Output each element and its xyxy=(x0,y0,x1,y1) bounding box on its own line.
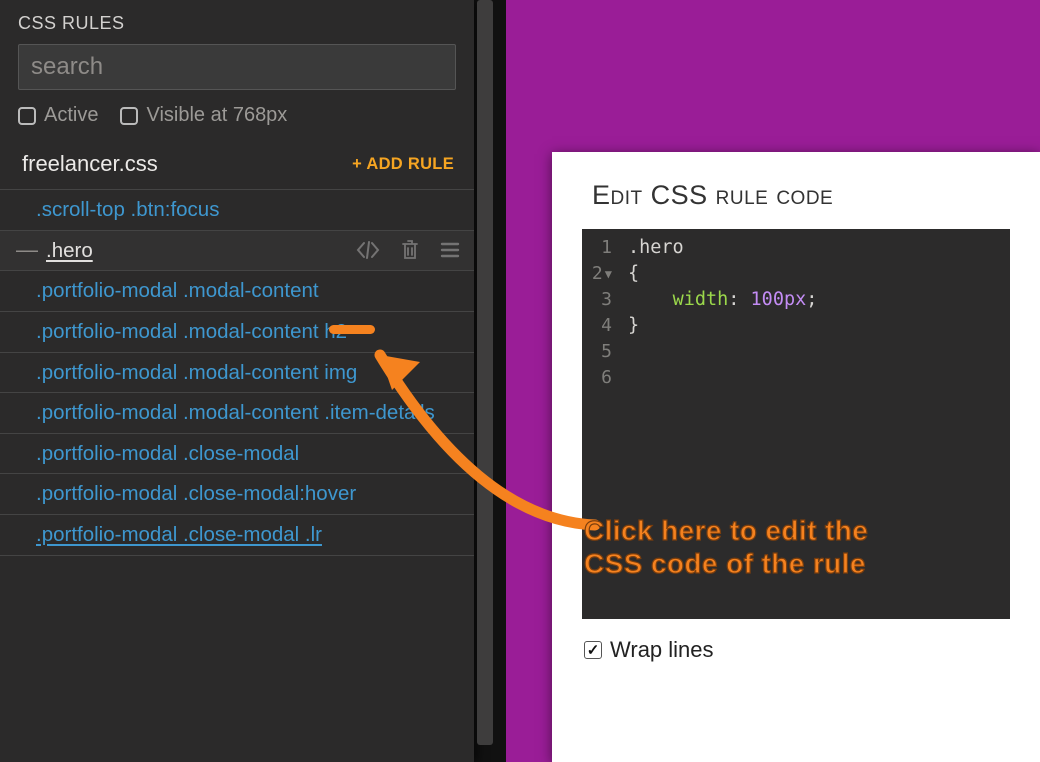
rule-selector: .portfolio-modal .close-modal .lr xyxy=(36,522,460,548)
wrap-lines-row[interactable]: ✓ Wrap lines xyxy=(552,619,1040,663)
add-rule-button[interactable]: + ADD RULE xyxy=(352,155,454,174)
rule-item[interactable]: .scroll-top .btn:focus xyxy=(0,189,474,230)
rule-item[interactable]: .portfolio-modal .close-modal:hover xyxy=(0,473,474,514)
checkbox-visible[interactable] xyxy=(120,107,138,125)
rule-item[interactable]: .portfolio-modal .modal-content .item-de… xyxy=(0,392,474,433)
annotation-text: Click here to edit the CSS code of the r… xyxy=(584,514,868,580)
code-icon[interactable] xyxy=(356,240,380,260)
rule-selector: .hero xyxy=(46,238,356,264)
code-token-semicolon: ; xyxy=(806,289,817,310)
code-token-selector: .hero xyxy=(628,237,684,258)
rule-selector: .portfolio-modal .modal-content .item-de… xyxy=(36,400,460,426)
code-token-brace: { xyxy=(628,263,639,284)
checkbox-active[interactable] xyxy=(18,107,36,125)
rule-item-selected[interactable]: — .hero xyxy=(0,230,474,271)
rule-selector: .portfolio-modal .close-modal xyxy=(36,441,460,467)
annotation-line-2: CSS code of the rule xyxy=(584,548,866,579)
rule-selector: .portfolio-modal .close-modal:hover xyxy=(36,481,460,507)
sheet-header: freelancer.css + ADD RULE xyxy=(0,143,474,189)
collapse-icon[interactable]: — xyxy=(16,239,38,261)
fold-icon[interactable]: ▼ xyxy=(605,261,612,287)
rule-selector: .portfolio-modal .modal-content h2 xyxy=(36,319,460,345)
panel-title: Edit CSS rule code xyxy=(552,152,1040,229)
rule-item[interactable]: .portfolio-modal .modal-content xyxy=(0,270,474,311)
search-input[interactable] xyxy=(18,44,456,90)
filters-row: Active Visible at 768px xyxy=(0,104,474,143)
annotation-line-1: Click here to edit the xyxy=(584,515,868,546)
code-token-value: 100px xyxy=(751,289,807,310)
sidebar-title: CSS RULES xyxy=(0,0,474,44)
wrap-lines-label: Wrap lines xyxy=(610,637,714,663)
rule-item[interactable]: .portfolio-modal .close-modal xyxy=(0,433,474,474)
code-token-property: width xyxy=(673,289,729,310)
rule-selector: .portfolio-modal .modal-content img xyxy=(36,360,460,386)
css-rules-sidebar: CSS RULES Active Visible at 768px freela… xyxy=(0,0,474,762)
filter-visible-label: Visible at 768px xyxy=(146,104,287,127)
search-wrap xyxy=(0,44,474,104)
filter-active-label: Active xyxy=(44,104,98,127)
filter-active[interactable]: Active xyxy=(18,104,98,127)
code-token-colon: : xyxy=(728,289,750,310)
rule-selector: .portfolio-modal .modal-content xyxy=(36,278,460,304)
stylesheet-name[interactable]: freelancer.css xyxy=(22,151,158,177)
rule-selector: .scroll-top .btn:focus xyxy=(36,197,460,223)
edit-css-panel: Edit CSS rule code 1 2▼ 3 4 5 6 .hero { … xyxy=(552,152,1040,762)
hamburger-icon[interactable] xyxy=(440,241,460,259)
rule-item[interactable]: .portfolio-modal .close-modal .lr xyxy=(0,514,474,556)
code-token-brace: } xyxy=(628,315,639,336)
rule-item[interactable]: .portfolio-modal .modal-content h2 xyxy=(0,311,474,352)
annotation-highlight-bar xyxy=(329,325,375,334)
filter-visible[interactable]: Visible at 768px xyxy=(120,104,287,127)
scroll-thumb[interactable] xyxy=(477,0,493,745)
wrap-lines-checkbox[interactable]: ✓ xyxy=(584,641,602,659)
rule-item[interactable]: .portfolio-modal .modal-content img xyxy=(0,352,474,393)
trash-icon[interactable] xyxy=(400,239,420,261)
